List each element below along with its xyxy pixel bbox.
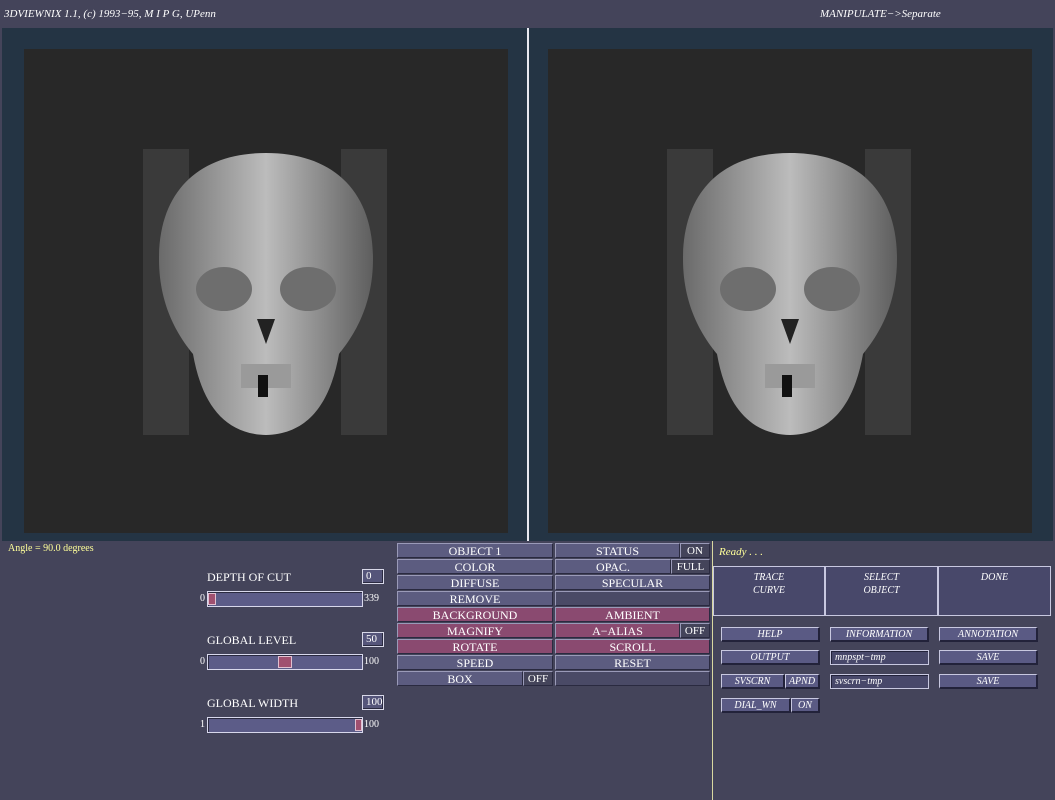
trace-curve-label-line2: CURVE [752,585,786,596]
rotate-button[interactable]: ROTATE [397,639,553,654]
save-svscrn-button[interactable]: SAVE [939,674,1038,689]
svscrn-button[interactable]: SVSCRN [721,674,785,689]
opacity-toggle[interactable]: FULL [671,559,710,574]
angle-readout: Angle = 90.0 degrees [8,543,94,554]
done-label: DONE [980,572,1009,583]
depth-of-cut-max: 339 [364,593,379,604]
diffuse-button[interactable]: DIFFUSE [397,575,553,590]
global-width-slider[interactable] [207,717,363,733]
global-level-slider-thumb[interactable] [278,656,292,668]
right-viewport[interactable] [529,28,1053,541]
global-level-label: GLOBAL LEVEL [207,633,297,647]
select-object-label-line1: SELECT [863,572,899,583]
color-button[interactable]: COLOR [397,559,553,574]
depth-of-cut-min: 0 [200,593,205,604]
global-level-max: 100 [364,656,379,667]
global-width-max: 100 [364,719,379,730]
information-button[interactable]: INFORMATION [830,627,929,642]
anti-alias-toggle[interactable]: OFF [680,623,710,638]
remove-button[interactable]: REMOVE [397,591,553,606]
select-object-button[interactable]: SELECT OBJECT [825,566,938,616]
left-canvas[interactable] [24,49,508,533]
dial-wn-toggle[interactable]: ON [791,698,820,713]
depth-of-cut-slider-thumb[interactable] [208,593,216,605]
specular-button[interactable]: SPECULAR [555,575,710,590]
svscrn-file-field[interactable]: svscrn−tmp [830,674,929,689]
global-level-value[interactable]: 50 [362,632,384,647]
output-button[interactable]: OUTPUT [721,650,820,665]
empty-menu-slot [555,591,710,606]
global-level-min: 0 [200,656,205,667]
depth-of-cut-slider[interactable] [207,591,363,607]
anti-alias-button[interactable]: A−ALIAS [555,623,680,638]
object-button[interactable]: OBJECT 1 [397,543,553,558]
mode-path: MANIPULATE−>Separate [820,8,941,20]
scroll-button[interactable]: SCROLL [555,639,710,654]
box-toggle[interactable]: OFF [523,671,553,686]
save-output-button[interactable]: SAVE [939,650,1038,665]
status-message: Ready . . . [719,546,763,558]
help-button[interactable]: HELP [721,627,820,642]
dial-wn-button[interactable]: DIAL_WN [721,698,791,713]
app-title: 3DVIEWNIX 1.1, (c) 1993−95, M I P G, UPe… [4,8,216,20]
annotation-button[interactable]: ANNOTATION [939,627,1038,642]
reset-button[interactable]: RESET [555,655,710,670]
done-button[interactable]: DONE [938,566,1051,616]
skull-render-icon [143,149,387,435]
output-file-field[interactable]: mnpspt−tmp [830,650,929,665]
background-button[interactable]: BACKGROUND [397,607,553,622]
skull-render-icon [667,149,911,435]
depth-of-cut-value[interactable]: 0 [362,569,384,584]
right-canvas[interactable] [548,49,1032,533]
select-object-label-line2: OBJECT [863,585,900,596]
trace-curve-label-line1: TRACE [753,572,785,583]
speed-button[interactable]: SPEED [397,655,553,670]
left-viewport[interactable] [2,28,527,541]
global-width-min: 1 [200,719,205,730]
global-width-value[interactable]: 100 [362,695,384,710]
ambient-button[interactable]: AMBIENT [555,607,710,622]
global-width-label: GLOBAL WIDTH [207,696,298,710]
status-toggle[interactable]: ON [680,543,710,558]
trace-curve-button[interactable]: TRACE CURVE [713,566,825,616]
global-level-slider[interactable] [207,654,363,670]
status-button[interactable]: STATUS [555,543,680,558]
opacity-button[interactable]: OPAC. [555,559,671,574]
magnify-button[interactable]: MAGNIFY [397,623,553,638]
append-toggle[interactable]: APND [785,674,820,689]
box-button[interactable]: BOX [397,671,523,686]
depth-of-cut-label: DEPTH OF CUT [207,570,292,584]
global-width-slider-thumb[interactable] [355,719,362,731]
empty-menu-slot [555,671,710,686]
